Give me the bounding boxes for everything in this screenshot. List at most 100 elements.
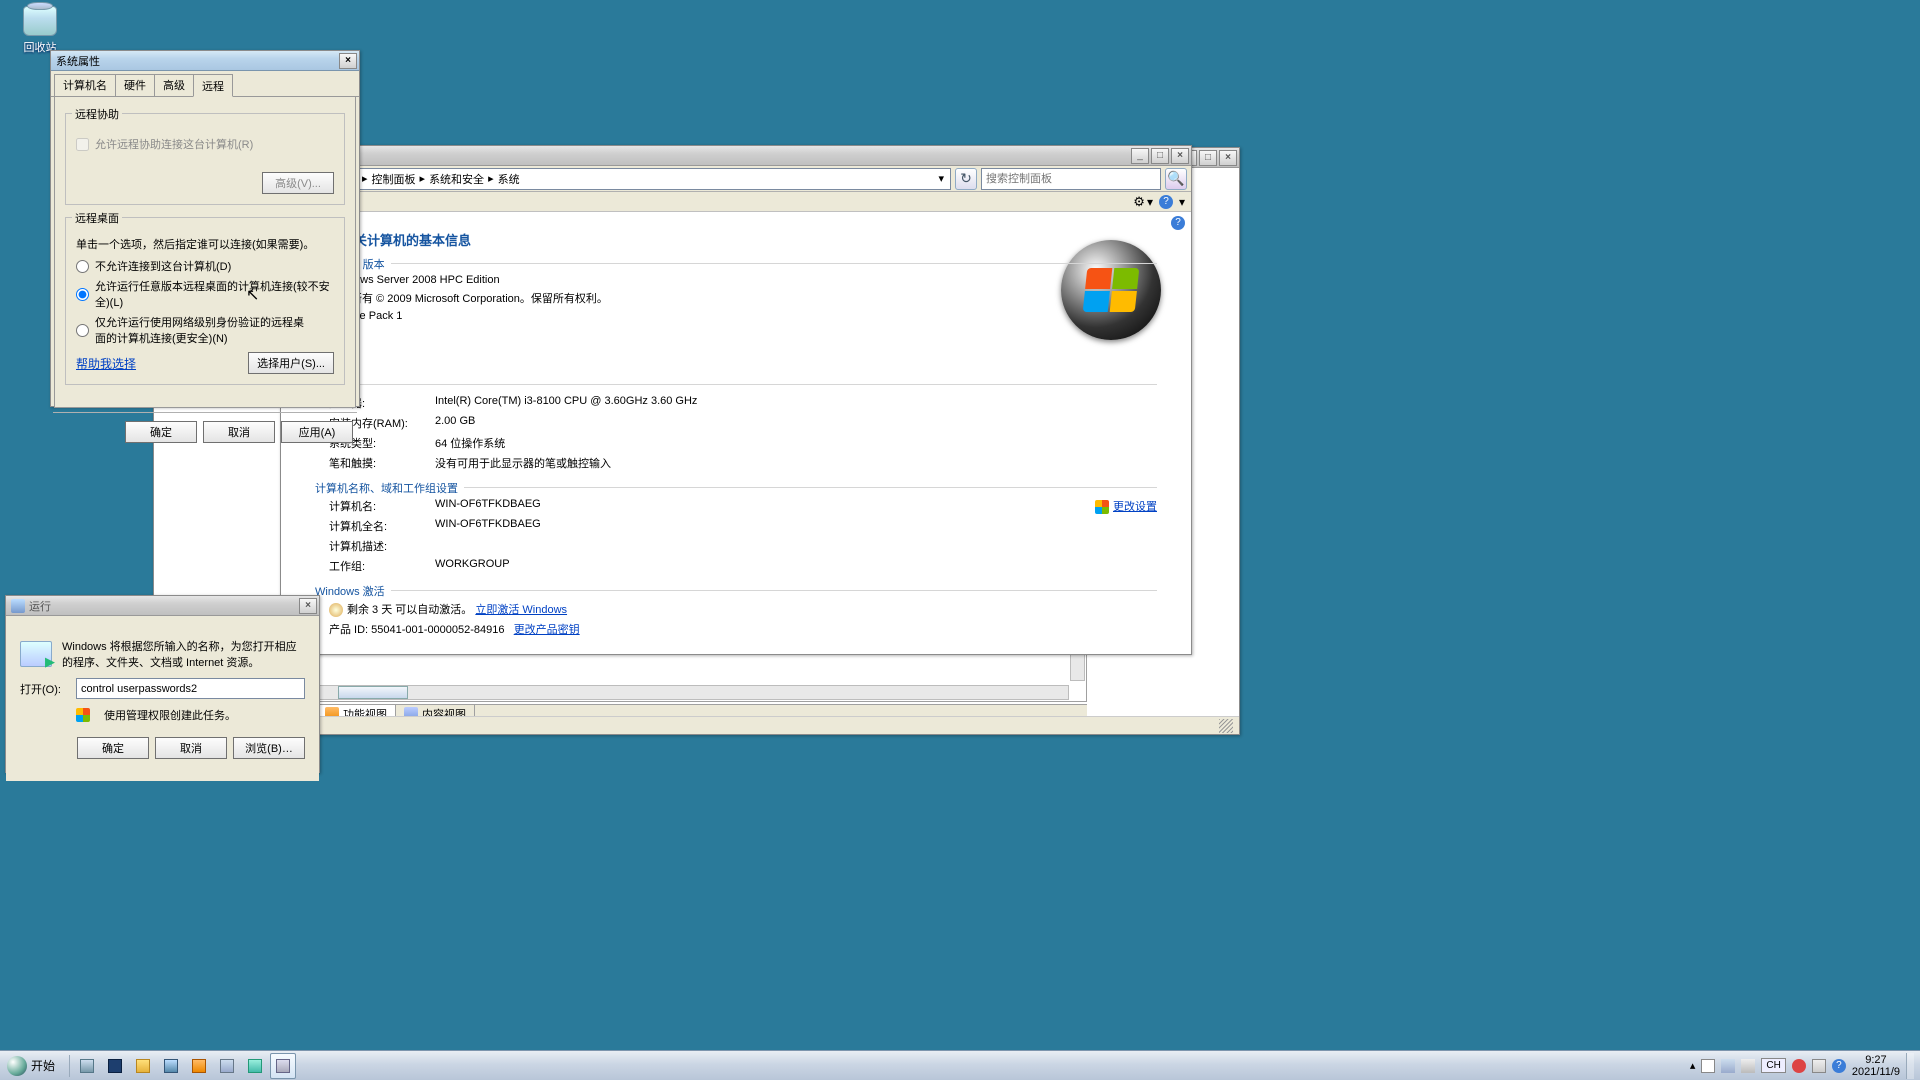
cp-min-button[interactable]: _ xyxy=(1131,148,1149,164)
mgmt-hscrollbar[interactable] xyxy=(319,685,1069,700)
app-icon xyxy=(220,1059,234,1073)
change-product-key-link[interactable]: 更改产品密钥 xyxy=(514,624,580,636)
key-icon xyxy=(329,603,343,617)
run-close-button[interactable]: × xyxy=(299,598,317,614)
run-dialog[interactable]: 运行 × Windows 将根据您所输入的名称，为您打开相应的程序、文件夹、文档… xyxy=(5,595,320,773)
edition-copyright: 版权所有 © 2009 Microsoft Corporation。保留所有权利… xyxy=(329,288,1157,308)
page-title: 查看有关计算机的基本信息 xyxy=(315,230,1157,249)
recycle-bin-icon xyxy=(23,6,57,36)
volume-icon[interactable] xyxy=(1741,1059,1755,1073)
ql-app1[interactable] xyxy=(186,1053,212,1079)
refresh-button[interactable]: ↻ xyxy=(955,168,977,190)
sysprop-title: 系统属性 xyxy=(56,53,337,69)
radio-rd-none[interactable]: 不允许连接到这台计算机(D) xyxy=(76,258,334,274)
group-remote-assistance: 远程协助 允许远程协助连接这台计算机(R) 高级(V)... xyxy=(65,113,345,205)
page-help-button[interactable]: ? xyxy=(1171,216,1185,230)
show-desktop-icon xyxy=(164,1059,178,1073)
ime-icon[interactable] xyxy=(1792,1059,1806,1073)
ql-app2[interactable] xyxy=(214,1053,240,1079)
window-icon xyxy=(276,1059,290,1073)
mgmt-close-button[interactable]: × xyxy=(1219,150,1237,166)
sysprop-tabs: 计算机名 硬件 高级 远程 xyxy=(51,71,359,97)
taskbar-clock[interactable]: 9:27 2021/11/9 xyxy=(1852,1054,1900,1078)
search-button[interactable]: 🔍 xyxy=(1165,168,1187,190)
recycle-bin[interactable]: 回收站 xyxy=(14,6,66,55)
remote-assist-advanced-button: 高级(V)... xyxy=(262,172,334,194)
cp-commandbar: ⚙▾ ?▾ xyxy=(281,192,1191,212)
run-cancel-button[interactable]: 取消 xyxy=(155,737,227,759)
section-computer-name: 计算机名称、域和工作组设置 xyxy=(315,480,464,496)
start-orb-icon xyxy=(7,1056,27,1076)
group-remote-assistance-legend: 远程协助 xyxy=(72,106,122,122)
select-users-button[interactable]: 选择用户(S)... xyxy=(248,352,334,374)
search-input[interactable] xyxy=(981,168,1161,190)
app-icon xyxy=(192,1059,206,1073)
run-ok-button[interactable]: 确定 xyxy=(77,737,149,759)
group-remote-desktop-legend: 远程桌面 xyxy=(72,210,122,226)
ql-app3[interactable] xyxy=(242,1053,268,1079)
edition-sp: Service Pack 1 xyxy=(329,308,1157,324)
run-icon xyxy=(11,599,25,613)
tray-arrow-icon[interactable]: ▴ xyxy=(1690,1059,1696,1072)
system-properties-dialog[interactable]: 系统属性 × 计算机名 硬件 高级 远程 远程协助 允许远程协助连接这台计算机(… xyxy=(50,50,360,407)
tab-remote[interactable]: 远程 xyxy=(193,74,233,97)
remote-desktop-hint: 单击一个选项，然后指定谁可以连接(如果需要)。 xyxy=(76,236,334,252)
settings-menu[interactable]: ⚙▾ xyxy=(1133,194,1153,210)
breadcrumb-item[interactable]: 系统 xyxy=(498,171,520,187)
language-indicator[interactable]: CH xyxy=(1761,1058,1785,1073)
radio-rd-nla[interactable]: 仅允许运行使用网络级别身份验证的远程桌面的计算机连接(更安全)(N) xyxy=(76,314,334,346)
keyboard-icon[interactable] xyxy=(1812,1059,1826,1073)
server-icon xyxy=(80,1059,94,1073)
taskbar-separator xyxy=(69,1055,70,1077)
sysprop-close-button[interactable]: × xyxy=(339,53,357,69)
powershell-icon xyxy=(108,1059,122,1073)
sysprop-ok-button[interactable]: 确定 xyxy=(125,421,197,443)
cp-toolbar: ◄ ► ▸ 控制面板▸ 系统和安全▸ 系统 ▾ ↻ 🔍 xyxy=(281,166,1191,192)
run-description: Windows 将根据您所输入的名称，为您打开相应的程序、文件夹、文档或 Int… xyxy=(62,638,305,670)
control-panel-window[interactable]: _ □ × ◄ ► ▸ 控制面板▸ 系统和安全▸ 系统 ▾ ↻ 🔍 ⚙▾ ?▾ … xyxy=(280,145,1192,655)
start-button[interactable]: 开始 xyxy=(2,1053,66,1079)
run-title: 运行 xyxy=(29,598,297,614)
system-tray: ▴ CH ? 9:27 2021/11/9 xyxy=(1686,1053,1918,1079)
mgmt-max-button[interactable]: □ xyxy=(1199,150,1217,166)
resize-grip-icon[interactable] xyxy=(1219,719,1233,733)
cp-close-button[interactable]: × xyxy=(1171,148,1189,164)
ql-server-manager[interactable] xyxy=(74,1053,100,1079)
sysprop-titlebar[interactable]: 系统属性 × xyxy=(51,51,359,71)
breadcrumb[interactable]: ▸ 控制面板▸ 系统和安全▸ 系统 ▾ xyxy=(337,168,951,190)
app-icon xyxy=(248,1059,262,1073)
help-button[interactable]: ? xyxy=(1159,195,1173,209)
flag-icon[interactable] xyxy=(1701,1059,1715,1073)
ql-powershell[interactable] xyxy=(102,1053,128,1079)
start-label: 开始 xyxy=(31,1057,55,1074)
tab-hardware[interactable]: 硬件 xyxy=(115,74,155,96)
radio-rd-any[interactable]: 允许运行任意版本远程桌面的计算机连接(较不安全)(L) xyxy=(76,278,334,310)
cp-titlebar[interactable]: _ □ × xyxy=(281,146,1191,166)
taskbar[interactable]: 开始 ▴ CH ? 9:27 2021/11/9 xyxy=(0,1050,1920,1080)
sysprop-cancel-button[interactable]: 取消 xyxy=(203,421,275,443)
breadcrumb-item[interactable]: 系统和安全 xyxy=(429,171,484,187)
clock-time: 9:27 xyxy=(1852,1054,1900,1066)
show-desktop-button[interactable] xyxy=(1906,1053,1914,1079)
ql-desktop[interactable] xyxy=(158,1053,184,1079)
shield-icon xyxy=(76,708,90,722)
sysprop-apply-button[interactable]: 应用(A) xyxy=(281,421,353,443)
tab-computer-name[interactable]: 计算机名 xyxy=(54,74,116,96)
windows-logo-icon xyxy=(1061,240,1161,340)
section-activation: Windows 激活 xyxy=(315,583,391,599)
run-browse-button[interactable]: 浏览(B)… xyxy=(233,737,305,759)
mgmt-hscroll-thumb[interactable] xyxy=(338,686,408,699)
taskbar-task-active[interactable] xyxy=(270,1053,296,1079)
network-icon[interactable] xyxy=(1721,1059,1735,1073)
run-open-input[interactable] xyxy=(76,678,305,699)
cp-max-button[interactable]: □ xyxy=(1151,148,1169,164)
tab-advanced[interactable]: 高级 xyxy=(154,74,194,96)
run-titlebar[interactable]: 运行 × xyxy=(6,596,319,616)
ql-explorer[interactable] xyxy=(130,1053,156,1079)
breadcrumb-item[interactable]: 控制面板 xyxy=(372,171,416,187)
help-tray-icon[interactable]: ? xyxy=(1832,1059,1846,1073)
product-id: 55041-001-0000052-84916 xyxy=(371,624,504,636)
help-me-choose-link[interactable]: 帮助我选择 xyxy=(76,355,136,372)
change-settings-link[interactable]: 更改设置 xyxy=(1113,501,1157,513)
activate-link[interactable]: 立即激活 Windows xyxy=(475,604,567,616)
